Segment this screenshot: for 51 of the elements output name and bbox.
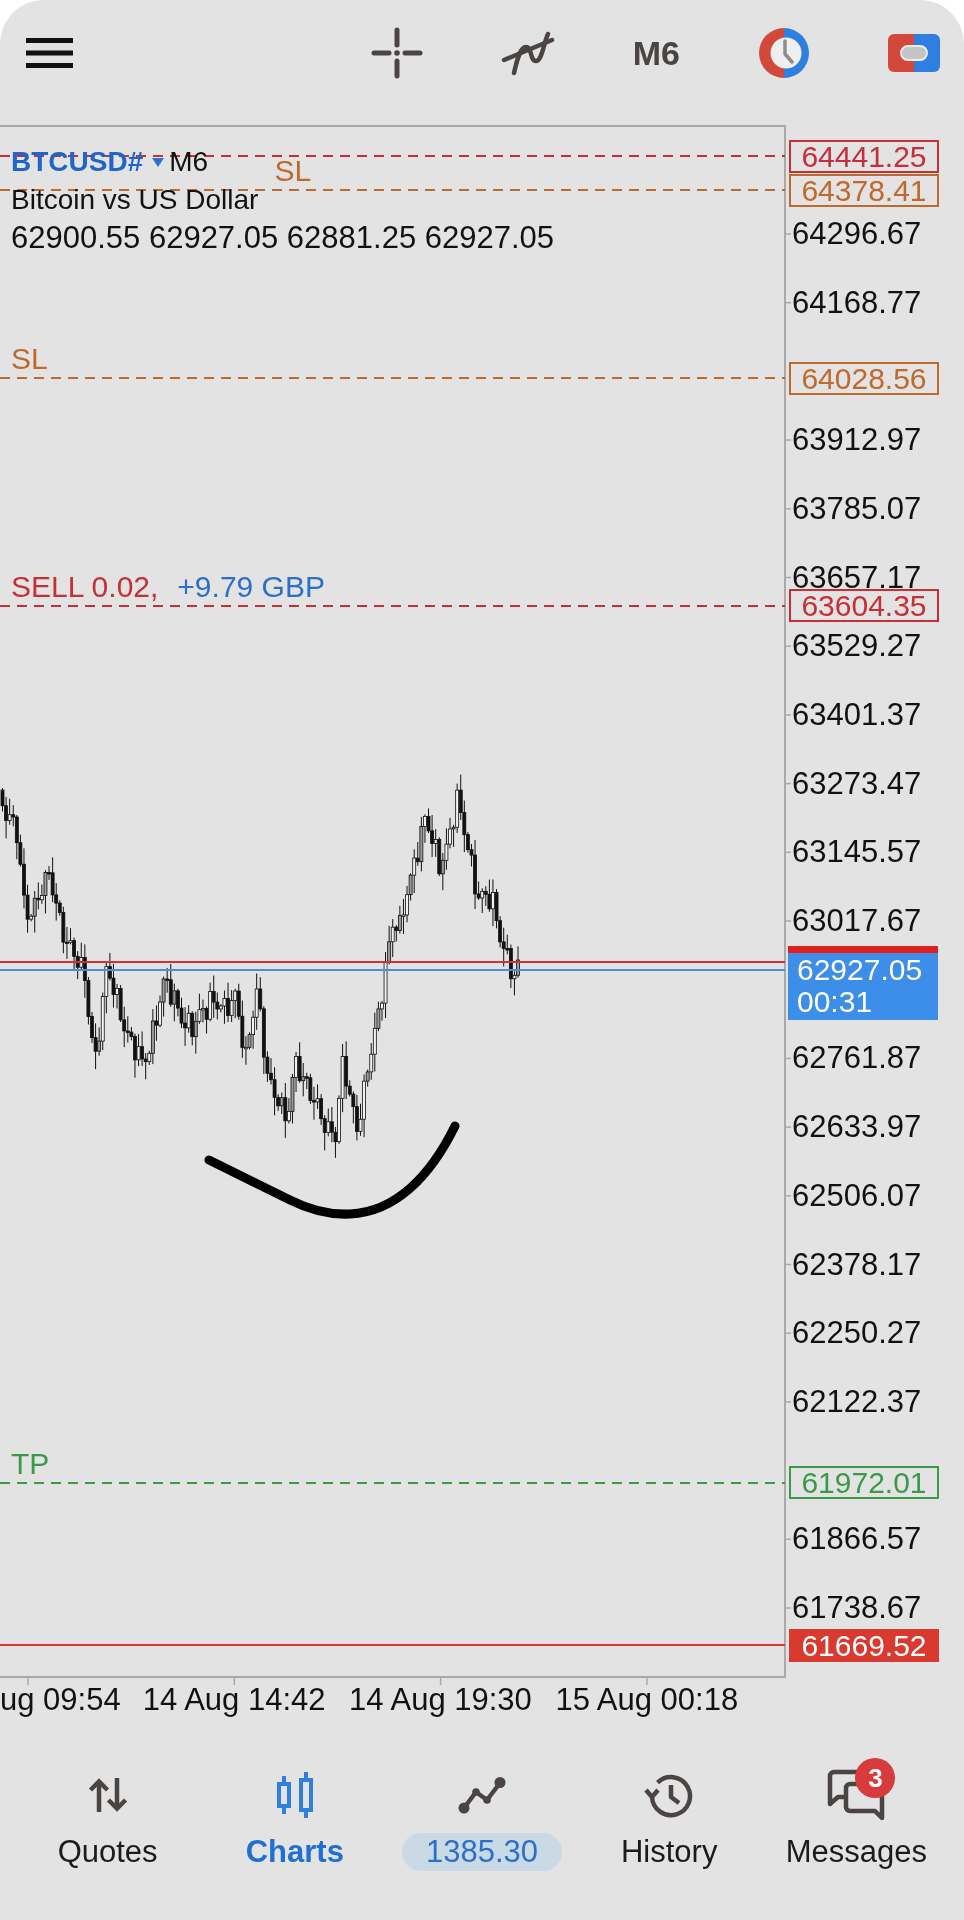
time-axis-label: ug 09:54	[0, 1683, 121, 1717]
up-down-arrows-icon	[86, 1777, 129, 1813]
time-axis-label: 14 Aug 19:30	[349, 1683, 532, 1717]
crosshair-icon	[370, 27, 423, 79]
price-axis-label: 61866.57	[792, 1523, 922, 1556]
price-axis-label: 62633.97	[792, 1111, 922, 1144]
candlestick-icon	[274, 1772, 315, 1818]
order-label: SELL 0.02,	[11, 570, 159, 603]
take-profit-label: TP	[11, 1447, 50, 1480]
menu-icon	[26, 38, 73, 68]
split-switch-icon	[888, 34, 940, 72]
charts-tab[interactable]: Charts	[201, 1720, 389, 1920]
price-axis-label: 64296.67	[792, 218, 922, 250]
time-axis-label: 15 Aug 00:18	[555, 1683, 739, 1717]
stop-loss-label: SL	[274, 155, 312, 188]
bid-price: 62927.05	[797, 954, 924, 987]
price-axis-label: 61738.67	[792, 1592, 922, 1624]
ohlc-values: 62900.55 62927.05 62881.25 62927.05	[11, 219, 555, 257]
profit-label: +9.79 GBP	[177, 570, 325, 603]
price-axis-label: 62122.37	[792, 1385, 922, 1418]
symbol-description: Bitcoin vs US Dollar	[11, 183, 259, 217]
messages-tab[interactable]: 3 Messages	[762, 1720, 950, 1920]
price-axis-label: 62250.27	[792, 1317, 922, 1350]
symbol-selector[interactable]: BTCUSD#	[11, 143, 165, 181]
clock-icon	[758, 27, 810, 79]
price-axis-label: 63785.07	[792, 492, 922, 525]
price-axis-label: 64168.77	[792, 286, 922, 319]
price-axis-label: 63912.97	[792, 424, 922, 457]
price-axis-label: 63273.47	[792, 767, 922, 800]
countdown-timer: 00:31	[797, 986, 874, 1019]
order-price-tag: 63604.35	[789, 589, 939, 623]
price-axis-label: 63401.37	[792, 698, 922, 731]
price-level-price-tag: 61669.52	[789, 1628, 939, 1662]
notification-badge: 3	[855, 1758, 896, 1798]
stop-loss-label: SL	[11, 343, 48, 375]
timeframe-button[interactable]: M6	[632, 20, 680, 86]
price-axis-label: 63145.57	[792, 836, 922, 869]
price-axis-label: 63017.67	[792, 905, 922, 937]
price-axis-label: 62761.87	[792, 1042, 922, 1075]
history-tab[interactable]: History	[575, 1720, 763, 1920]
stop-loss-price-tag: 64028.56	[789, 361, 939, 395]
stop-loss-price-tag: 64378.41	[789, 173, 939, 207]
wave-line-icon	[500, 30, 555, 76]
price-axis-label: 62378.17	[792, 1248, 922, 1281]
price-axis-label: 62506.07	[792, 1179, 922, 1212]
take-profit-price-tag: 61972.01	[789, 1466, 939, 1500]
line-chart-icon	[458, 1776, 506, 1814]
price-axis-label: 63529.27	[792, 630, 922, 663]
time-axis-label: 14 Aug 14:42	[142, 1683, 326, 1717]
quotes-tab[interactable]: Quotes	[14, 1720, 202, 1920]
order-price-tag: 64441.25	[789, 139, 939, 173]
